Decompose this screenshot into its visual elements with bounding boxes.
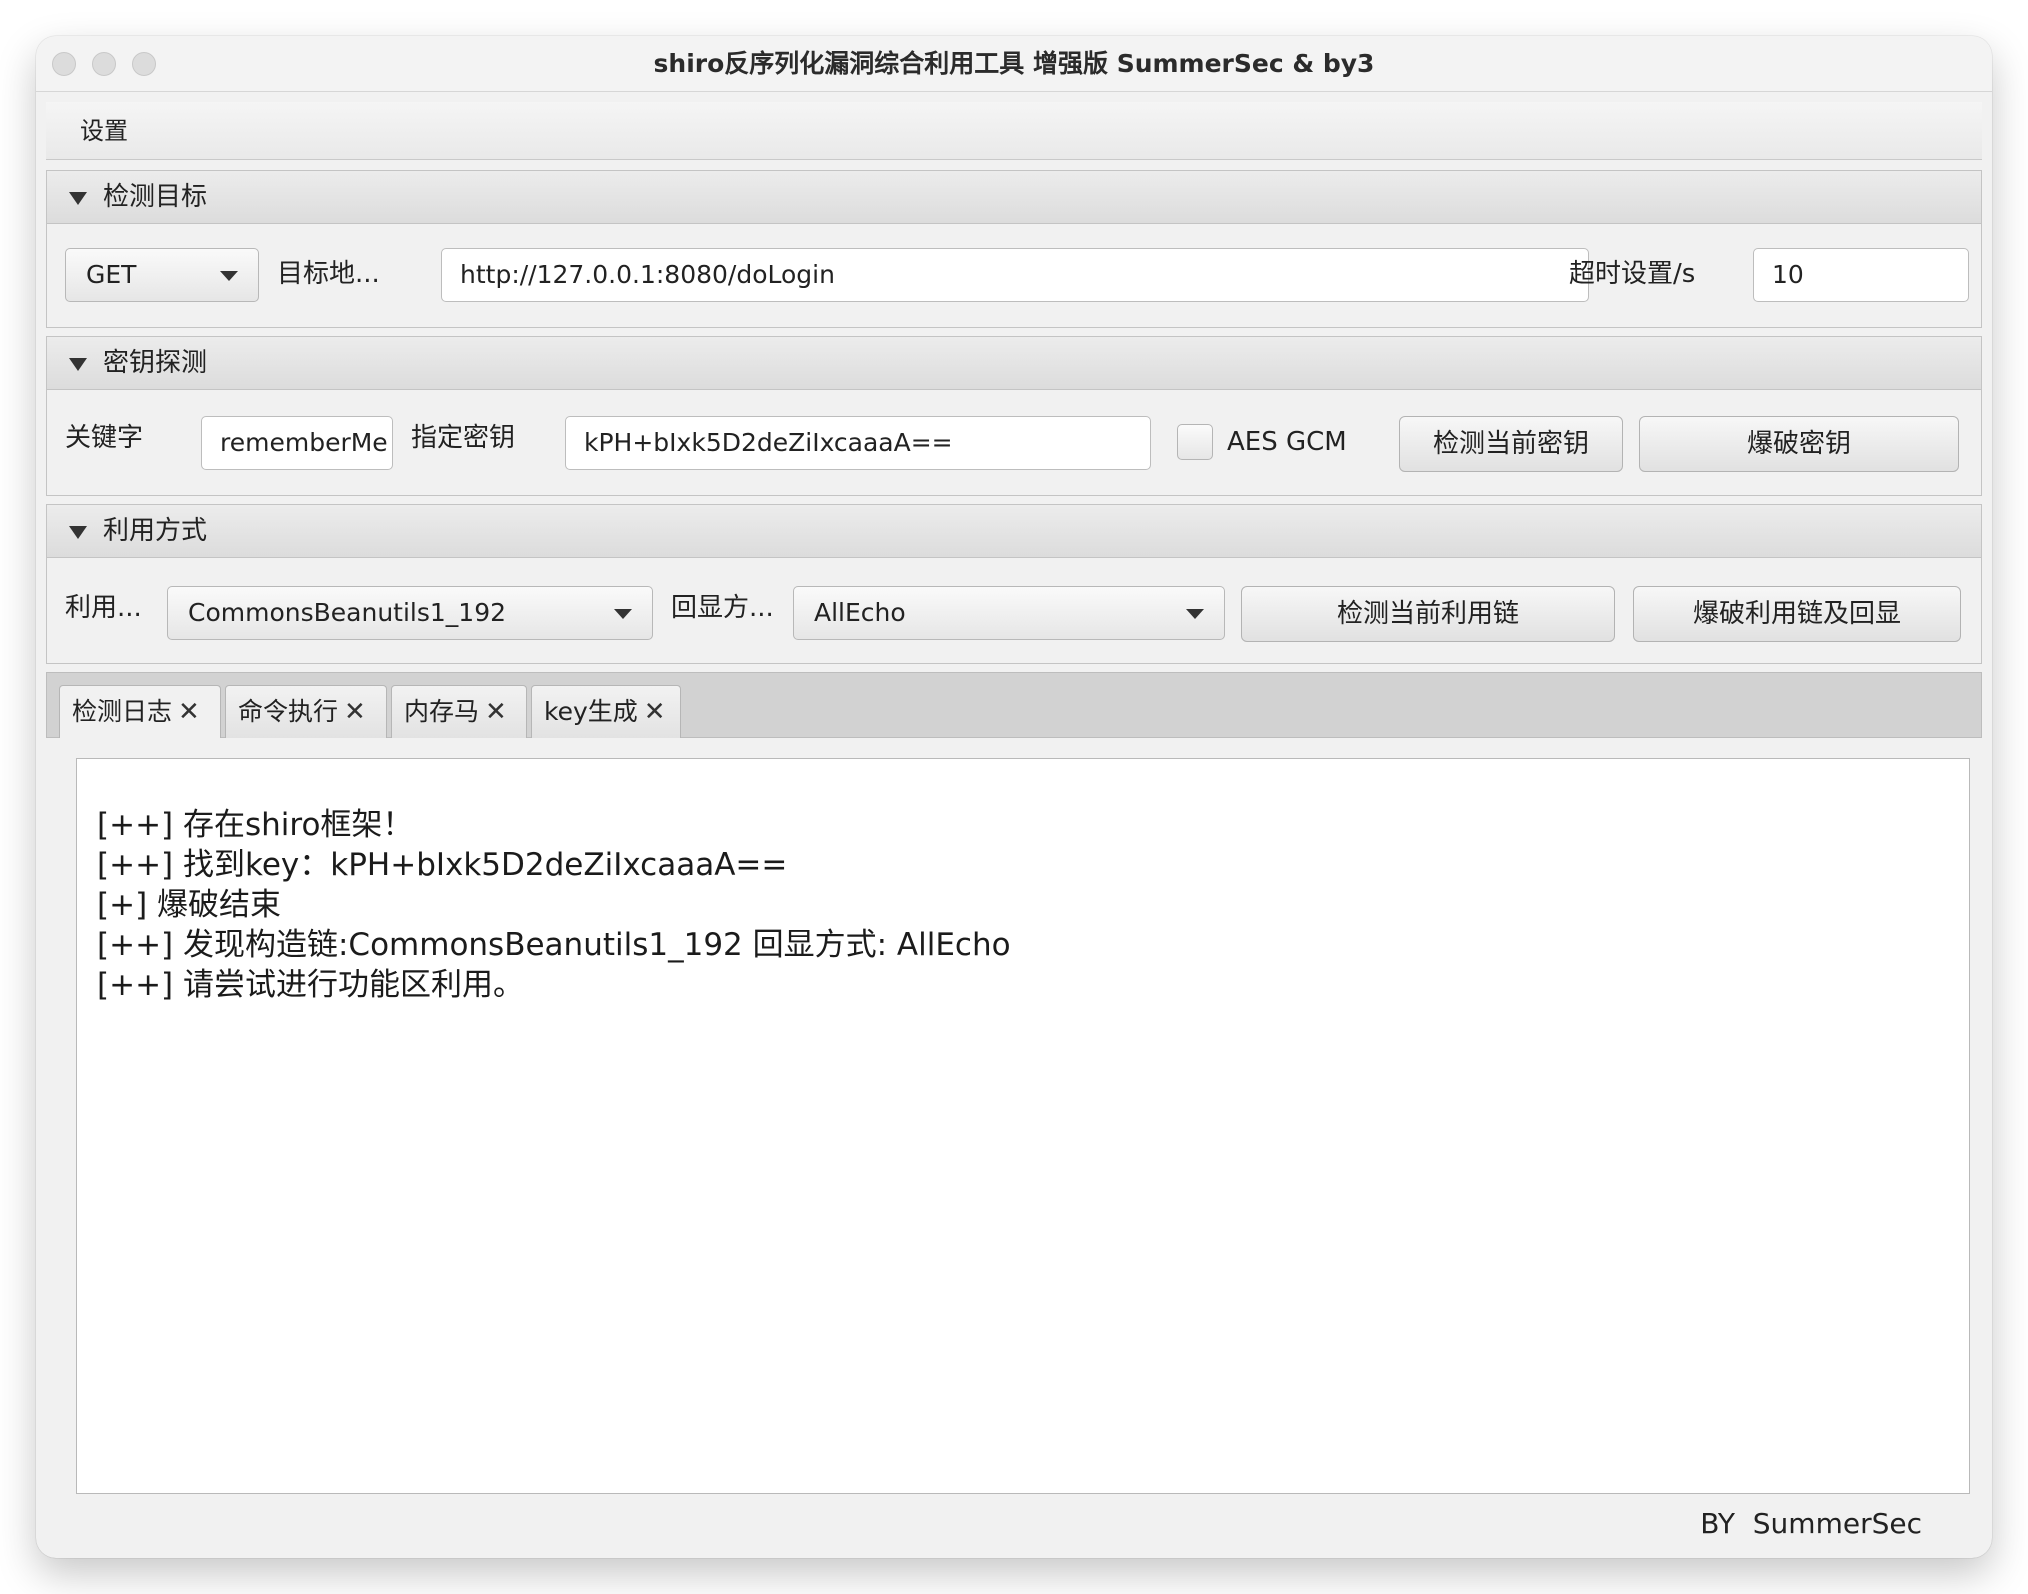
echo-select[interactable]: AllEcho [793, 586, 1225, 640]
method-value: GET [86, 260, 137, 289]
key-input[interactable]: kPH+bIxk5D2deZiIxcaaaA== [565, 416, 1151, 470]
chevron-down-icon [1186, 609, 1204, 619]
close-icon[interactable]: ✕ [344, 686, 366, 738]
log-textarea[interactable]: [++] 存在shiro框架！ [++] 找到key：kPH+bIxk5D2de… [76, 758, 1970, 1494]
section-header-target[interactable]: 检测目标 [46, 170, 1982, 224]
brute-chain-button[interactable]: 爆破利用链及回显 [1633, 586, 1961, 642]
chevron-down-icon [614, 609, 632, 619]
chain-label: 利用... [65, 593, 142, 623]
section-header-key[interactable]: 密钥探测 [46, 336, 1982, 390]
keyword-label: 关键字 [65, 423, 144, 453]
section-title-key: 密钥探测 [103, 348, 208, 378]
section-title-exploit: 利用方式 [103, 516, 208, 546]
tab-key-gen[interactable]: key生成 ✕ [531, 685, 681, 739]
section-title-target: 检测目标 [103, 182, 208, 212]
echo-label: 回显方... [671, 593, 774, 623]
brute-key-button[interactable]: 爆破密钥 [1639, 416, 1959, 472]
chevron-down-icon [220, 271, 238, 281]
tab-bar: 检测日志 ✕ 命令执行 ✕ 内存马 ✕ key生成 ✕ [46, 672, 1982, 739]
window-title: shiro反序列化漏洞综合利用工具 增强版 SummerSec & by3 [653, 49, 1375, 78]
chain-value: CommonsBeanutils1_192 [188, 598, 507, 627]
tab-label: 命令执行 [238, 697, 339, 726]
tab-label: 检测日志 [72, 697, 173, 726]
method-select[interactable]: GET [65, 248, 259, 302]
tab-memory-shell[interactable]: 内存马 ✕ [391, 685, 527, 739]
log-line: [++] 请尝试进行功能区利用。 [97, 967, 524, 1003]
log-line: [++] 存在shiro框架！ [97, 807, 414, 843]
section-body-exploit: 利用... CommonsBeanutils1_192 回显方... AllEc… [46, 558, 1982, 664]
aes-gcm-checkbox[interactable] [1177, 424, 1213, 460]
section-body-target: GET 目标地... http://127.0.0.1:8080/doLogin… [46, 224, 1982, 328]
collapse-arrow-icon [69, 192, 87, 205]
log-line: [++] 发现构造链:CommonsBeanutils1_192 回显方式: A… [97, 927, 1011, 963]
close-icon[interactable]: ✕ [178, 686, 200, 738]
aes-gcm-label: AES GCM [1227, 427, 1347, 457]
tab-detect-log[interactable]: 检测日志 ✕ [59, 685, 221, 739]
collapse-arrow-icon [69, 526, 87, 539]
tab-command-exec[interactable]: 命令执行 ✕ [225, 685, 387, 739]
timeout-input[interactable]: 10 [1753, 248, 1969, 302]
footer-credit: BY SummerSec [1700, 1507, 1922, 1540]
title-bar: shiro反序列化漏洞综合利用工具 增强版 SummerSec & by3 [36, 36, 1992, 92]
section-body-key: 关键字 rememberMe 指定密钥 kPH+bIxk5D2deZiIxcaa… [46, 390, 1982, 496]
key-label: 指定密钥 [411, 423, 516, 453]
chain-select[interactable]: CommonsBeanutils1_192 [167, 586, 653, 640]
timeout-label: 超时设置/s [1569, 259, 1696, 289]
collapse-arrow-icon [69, 358, 87, 371]
echo-value: AllEcho [814, 598, 906, 627]
detect-chain-button[interactable]: 检测当前利用链 [1241, 586, 1615, 642]
tab-content: [++] 存在shiro框架！ [++] 找到key：kPH+bIxk5D2de… [46, 738, 1982, 1538]
log-line: [+] 爆破结束 [97, 887, 282, 923]
tab-label: 内存马 [404, 697, 480, 726]
close-icon[interactable]: ✕ [644, 686, 666, 738]
url-label: 目标地... [277, 259, 380, 289]
menu-settings[interactable]: 设置 [80, 102, 128, 160]
keyword-input[interactable]: rememberMe [201, 416, 393, 470]
detect-key-button[interactable]: 检测当前密钥 [1399, 416, 1623, 472]
app-window: shiro反序列化漏洞综合利用工具 增强版 SummerSec & by3 设置… [36, 36, 1992, 1558]
close-icon[interactable]: ✕ [485, 686, 507, 738]
menu-bar: 设置 [46, 102, 1982, 160]
tab-label: key生成 [544, 697, 638, 726]
log-line: [++] 找到key：kPH+bIxk5D2deZiIxcaaaA== [97, 847, 788, 883]
url-input[interactable]: http://127.0.0.1:8080/doLogin [441, 248, 1589, 302]
section-header-exploit[interactable]: 利用方式 [46, 504, 1982, 558]
